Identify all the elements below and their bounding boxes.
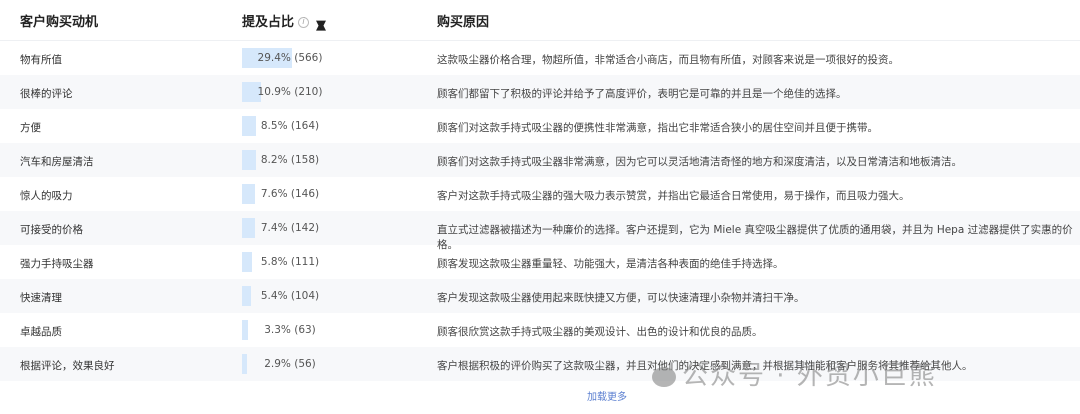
watermark-text: 公众号 · 外贸小巨熊 (682, 361, 937, 391)
header-reason: 购买原因 (437, 15, 490, 30)
motive-cell: 惊人的吸力 (20, 190, 73, 202)
reason-cell: 顾客们对这款手持式吸尘器非常满意，因为它可以灵活地清洁奇怪的地方和深度清洁，以及… (437, 156, 962, 168)
load-more-link[interactable]: 加载更多 (587, 388, 627, 403)
motive-cell: 快速清理 (20, 292, 62, 304)
reason-cell: 客户对这款手持式吸尘器的强大吸力表示赞赏，并指出它最适合日常使用，易于操作，而且… (437, 190, 910, 202)
table-row: 物有所值 29.4% (566) 这款吸尘器价格合理，物超所值，非常适合小商店，… (0, 41, 1080, 75)
header-percent[interactable]: 提及占比 i (242, 11, 310, 30)
info-icon[interactable]: i (298, 17, 310, 28)
table-row: 汽车和房屋清洁 8.2% (158) 顾客们对这款手持式吸尘器非常满意，因为它可… (0, 143, 1080, 177)
percent-label: 5.4% (104) (260, 290, 320, 302)
reason-cell: 客户发现这款吸尘器使用起来既快捷又方便，可以快速清理小杂物并清扫干净。 (437, 292, 805, 304)
motive-cell: 物有所值 (20, 54, 62, 66)
table-row: 方便 8.5% (164) 顾客们对这款手持式吸尘器的便携性非常满意，指出它非常… (0, 109, 1080, 143)
motive-cell: 方便 (20, 122, 41, 134)
header-motive: 客户购买动机 (20, 15, 99, 30)
percent-label: 10.9% (210) (257, 86, 323, 98)
table-row: 卓越品质 3.3% (63) 顾客很欣赏这款手持式吸尘器的美观设计、出色的设计和… (0, 313, 1080, 347)
reason-cell: 顾客发现这款吸尘器重量轻、功能强大，是清洁各种表面的绝佳手持选择。 (437, 258, 784, 270)
motive-cell: 强力手持吸尘器 (20, 258, 94, 270)
motive-cell: 根据评论，效果良好 (20, 360, 115, 372)
wechat-icon (652, 366, 676, 387)
header-percent-label: 提及占比 (242, 15, 295, 30)
reason-cell: 顾客很欣赏这款手持式吸尘器的美观设计、出色的设计和优良的品质。 (437, 326, 763, 338)
percent-label: 3.3% (63) (264, 324, 316, 336)
reason-cell: 这款吸尘器价格合理，物超所值，非常适合小商店，而且物有所值，对顾客来说是一项很好… (437, 54, 899, 66)
table-body: 物有所值 29.4% (566) 这款吸尘器价格合理，物超所值，非常适合小商店，… (0, 41, 1080, 381)
watermark: 公众号 · 外贸小巨熊 (652, 355, 937, 392)
percent-label: 29.4% (566) (257, 52, 323, 64)
percent-label: 8.2% (158) (260, 154, 320, 166)
table-row: 快速清理 5.4% (104) 客户发现这款吸尘器使用起来既快捷又方便，可以快速… (0, 279, 1080, 313)
motive-cell: 汽车和房屋清洁 (20, 156, 94, 168)
motive-cell: 很棒的评论 (20, 88, 73, 100)
table-row: 惊人的吸力 7.6% (146) 客户对这款手持式吸尘器的强大吸力表示赞赏，并指… (0, 177, 1080, 211)
motive-cell: 卓越品质 (20, 326, 62, 338)
percent-label: 5.8% (111) (260, 256, 320, 268)
table-row: 可接受的价格 7.4% (142) 直立式过滤器被描述为一种廉价的选择。客户还提… (0, 211, 1080, 251)
reason-cell: 顾客们对这款手持式吸尘器的便携性非常满意，指出它非常适合狭小的居住空间并且便于携… (437, 122, 878, 134)
table-row: 强力手持吸尘器 5.8% (111) 顾客发现这款吸尘器重量轻、功能强大，是清洁… (0, 245, 1080, 279)
reason-cell: 顾客们都留下了积极的评论并给予了高度评价，表明它是可靠的并且是一个绝佳的选择。 (437, 88, 847, 100)
percent-label: 8.5% (164) (260, 120, 320, 132)
motive-cell: 可接受的价格 (20, 224, 83, 236)
table-row: 很棒的评论 10.9% (210) 顾客们都留下了积极的评论并给予了高度评价，表… (0, 75, 1080, 109)
percent-label: 7.6% (146) (260, 188, 320, 200)
percent-label: 7.4% (142) (260, 222, 320, 234)
percent-label: 2.9% (56) (264, 358, 316, 370)
table-header: 客户购买动机 提及占比 i ▲ ▼ 购买原因 (0, 0, 1080, 41)
